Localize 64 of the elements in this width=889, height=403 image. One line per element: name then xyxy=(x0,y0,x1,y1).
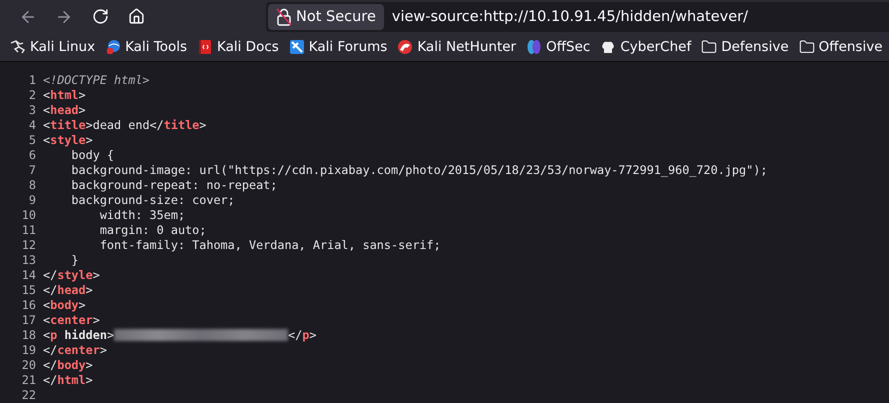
bookmark-link[interactable]: CyberChef xyxy=(600,39,692,56)
forum-icon xyxy=(288,39,305,56)
chef-hat-icon xyxy=(600,39,616,56)
book-icon xyxy=(197,39,213,56)
code-line: </center> xyxy=(43,343,107,358)
code-line: } xyxy=(70,253,79,268)
globe-badge-icon xyxy=(105,39,122,56)
bookmark-link[interactable]: Kali Linux xyxy=(10,39,96,56)
code-line: <style> xyxy=(43,133,93,148)
code-line: </body> xyxy=(43,358,93,373)
line-number: 17 xyxy=(20,313,36,328)
line-number: 18 xyxy=(20,328,36,343)
line-number: 3 xyxy=(28,103,36,118)
bookmark-link[interactable]: Kali NetHunter xyxy=(397,39,516,56)
line-number: 19 xyxy=(20,343,36,358)
folder-icon xyxy=(701,39,718,56)
line-number: 20 xyxy=(20,358,36,373)
crossed-lock-icon xyxy=(276,8,292,26)
line-number: 22 xyxy=(20,388,36,403)
code-line: <center> xyxy=(43,313,100,328)
code-line: width: 35em; xyxy=(98,208,186,223)
bookmark-link[interactable]: Kali Tools xyxy=(105,39,187,56)
code-line: <html> xyxy=(43,88,86,103)
code-line: <body> xyxy=(43,298,86,313)
bookmark-link[interactable]: OffSec xyxy=(526,39,590,56)
line-number: 2 xyxy=(28,88,36,103)
code-line: </style> xyxy=(43,268,100,283)
line-number: 1 xyxy=(28,73,36,88)
line-number: 12 xyxy=(20,238,36,253)
bookmark-link[interactable]: Kali Forums xyxy=(288,39,388,56)
security-indicator[interactable]: Not Secure xyxy=(268,4,384,30)
line-number: 6 xyxy=(28,148,36,163)
line-number: 9 xyxy=(28,193,36,208)
line-number: 13 xyxy=(20,253,36,268)
code-line: body { xyxy=(70,148,114,163)
line-number: 14 xyxy=(20,268,36,283)
line-number: 7 xyxy=(28,163,36,178)
bookmark-link[interactable]: Kali Docs xyxy=(197,39,279,56)
line-number: 4 xyxy=(28,118,36,133)
bookmark-link[interactable]: Offensive xyxy=(798,39,883,56)
reload-icon xyxy=(92,8,108,26)
line-number: 8 xyxy=(28,178,36,193)
line-number: 10 xyxy=(20,208,36,223)
code-line: <head> xyxy=(43,103,86,118)
line-number: 11 xyxy=(20,223,36,238)
address-bar[interactable]: Not Secure view-source:http://10.10.91.45/hidden/whatever/ xyxy=(266,2,889,32)
line-number: 16 xyxy=(20,298,36,313)
code-line: font-family: Tahoma, Verdana, Arial, sans-serif; xyxy=(98,238,441,253)
line-number: 21 xyxy=(20,373,36,388)
folder-icon xyxy=(798,39,815,56)
code-line: margin: 0 auto; xyxy=(98,223,206,238)
code-line: </head> xyxy=(43,283,93,298)
line-number: 5 xyxy=(28,133,36,148)
line-number: 15 xyxy=(20,283,36,298)
code-line: <p hidden> </p> xyxy=(43,328,316,343)
code-line: <title>dead end</title> xyxy=(43,118,206,133)
home-icon xyxy=(128,8,144,26)
bookmark-link[interactable]: Defensive xyxy=(701,39,789,56)
code-line: background-size: cover; xyxy=(70,193,235,208)
code-line: </html> xyxy=(43,373,93,388)
code-line: <!DOCTYPE html> xyxy=(43,73,150,88)
url-text: view-source:http://10.10.91.45/hidden/whatever/ xyxy=(392,8,748,25)
code-line: background-image: url("https://cdn.pixabay.com/photo/2015/05/18/23/53/norway-772991_960_720.jpg"); xyxy=(70,163,768,178)
code-line: background-repeat: no-repeat; xyxy=(70,178,278,193)
